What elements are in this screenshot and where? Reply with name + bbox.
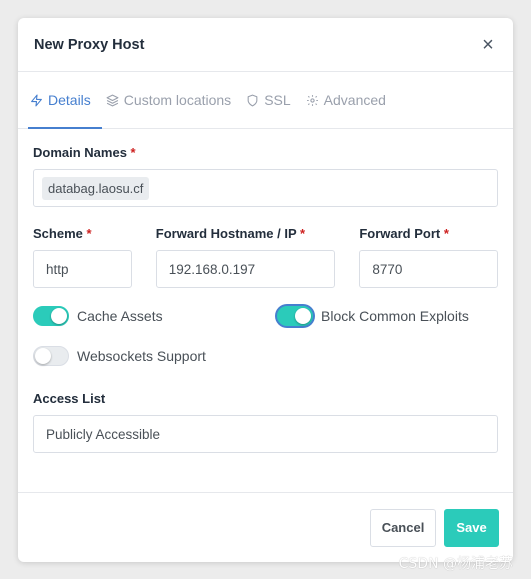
- cache-assets-toggle[interactable]: Cache Assets: [33, 304, 277, 328]
- tab-details[interactable]: Details: [28, 72, 102, 129]
- cancel-button[interactable]: Cancel: [370, 508, 436, 547]
- tab-ssl[interactable]: SSL: [244, 72, 301, 128]
- access-list-select[interactable]: Publicly Accessible: [33, 415, 498, 453]
- websockets-switch[interactable]: [33, 346, 69, 366]
- access-list-label: Access List: [33, 391, 106, 406]
- scheme-input[interactable]: http: [33, 250, 132, 288]
- tab-label: Details: [48, 92, 91, 108]
- gear-icon: [306, 94, 318, 106]
- domain-names-label: Domain Names *: [33, 145, 136, 160]
- lightning-icon: [31, 94, 42, 106]
- forward-hostname-group: Forward Hostname / IP * 192.168.0.197: [155, 226, 336, 288]
- scheme-label: Scheme *: [33, 226, 92, 241]
- forward-port-label: Forward Port *: [359, 226, 449, 241]
- cache-assets-label: Cache Assets: [77, 308, 163, 324]
- tab-bar: Details Custom locations SSL Advanced: [18, 72, 513, 129]
- block-exploits-toggle[interactable]: Block Common Exploits: [277, 304, 469, 328]
- tab-advanced[interactable]: Advanced: [304, 72, 397, 128]
- forward-hostname-input[interactable]: 192.168.0.197: [155, 250, 336, 288]
- dialog-header: New Proxy Host ×: [18, 18, 513, 72]
- tab-custom-locations[interactable]: Custom locations: [104, 72, 242, 128]
- scheme-group: Scheme * http: [33, 226, 132, 288]
- websockets-label: Websockets Support: [77, 348, 206, 364]
- new-proxy-host-dialog: New Proxy Host × Details Custom location…: [18, 18, 513, 562]
- tab-label: Advanced: [323, 92, 386, 108]
- save-button[interactable]: Save: [444, 508, 499, 547]
- tab-label: Custom locations: [123, 92, 232, 108]
- shield-icon: [247, 94, 258, 106]
- cache-assets-switch[interactable]: [33, 306, 69, 326]
- toggle-row: Cache Assets Block Common Exploits: [33, 304, 498, 328]
- websockets-toggle[interactable]: Websockets Support: [33, 344, 498, 368]
- forward-port-input[interactable]: 8770: [359, 250, 498, 288]
- tab-label: SSL: [264, 92, 291, 108]
- close-icon[interactable]: ×: [479, 35, 497, 55]
- dialog-title: New Proxy Host: [34, 36, 145, 53]
- domain-names-input[interactable]: databag.laosu.cf: [33, 169, 498, 207]
- block-exploits-switch[interactable]: [277, 306, 313, 326]
- forward-row: Scheme * http Forward Hostname / IP * 19…: [33, 226, 498, 288]
- block-exploits-label: Block Common Exploits: [321, 308, 469, 324]
- watermark: CSDN @杨浦老苏: [398, 556, 513, 572]
- forward-port-group: Forward Port * 8770: [359, 226, 498, 288]
- layers-icon: [106, 94, 119, 106]
- domain-chip[interactable]: databag.laosu.cf: [42, 177, 150, 200]
- form-body: Domain Names * databag.laosu.cf Scheme *…: [18, 129, 513, 453]
- dialog-footer: Cancel Save: [18, 492, 513, 562]
- forward-hostname-label: Forward Hostname / IP *: [155, 226, 306, 241]
